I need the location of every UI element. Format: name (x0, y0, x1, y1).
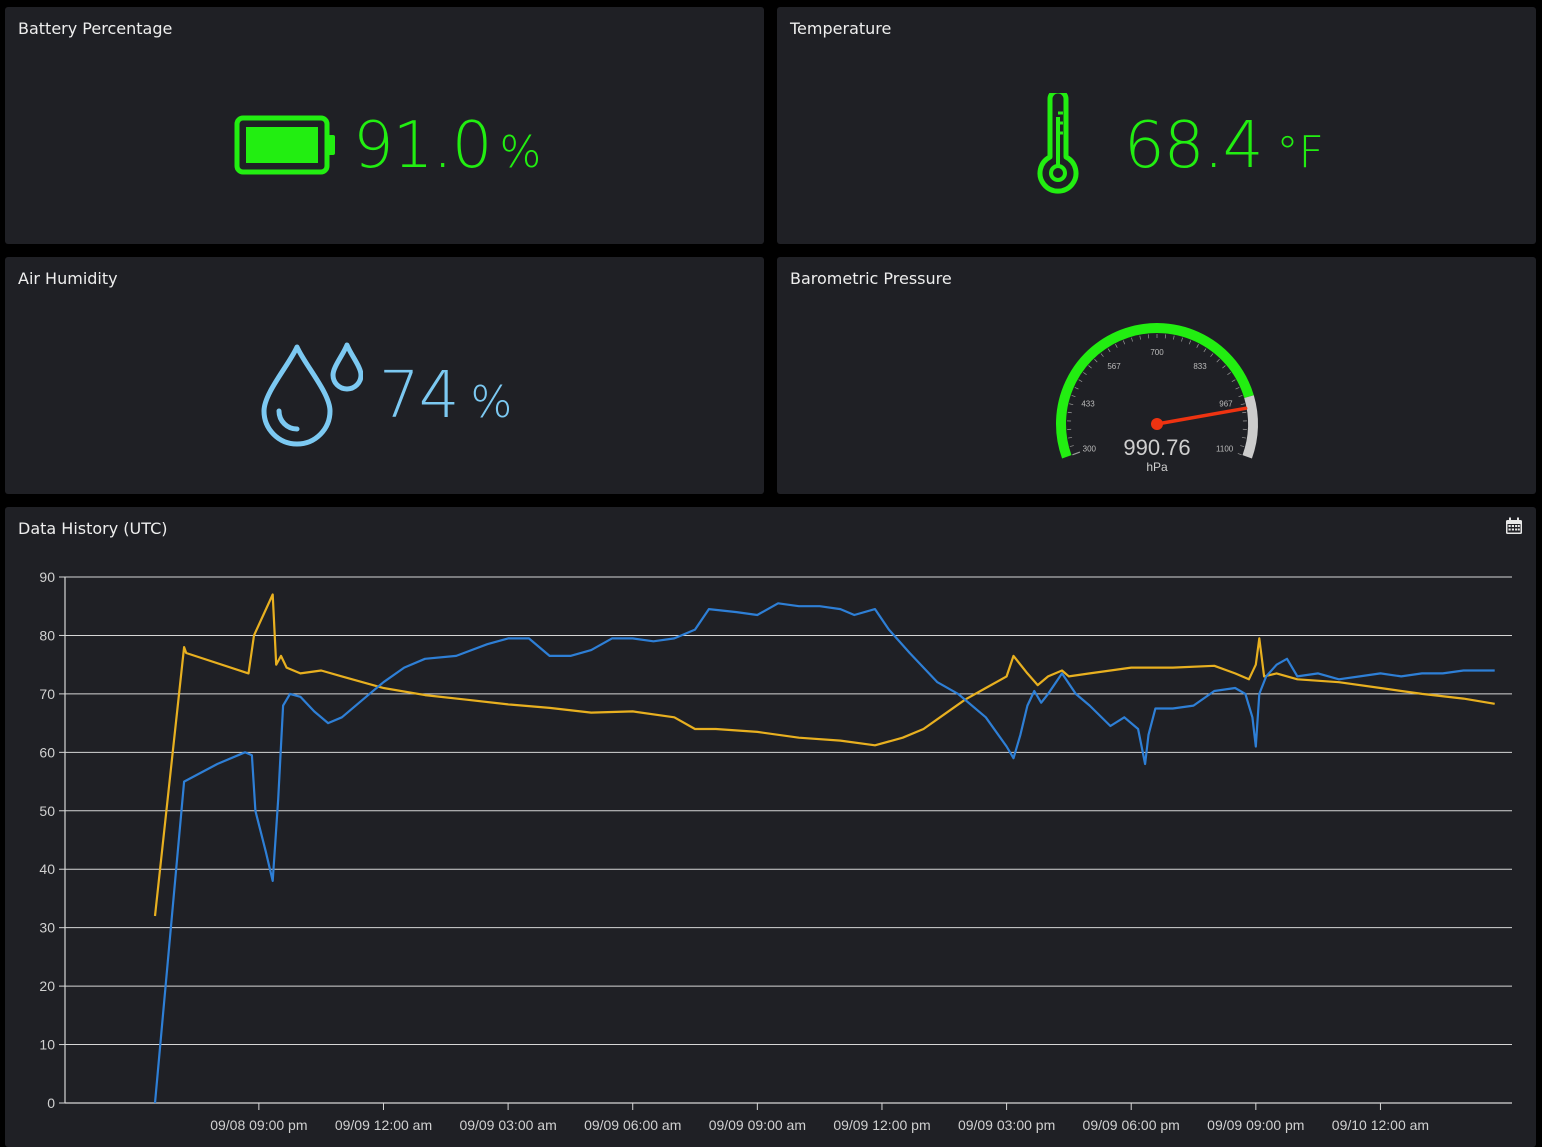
gauge-minor-tick (1094, 359, 1097, 362)
gauge-minor-tick (1197, 344, 1199, 348)
temperature-unit: °F (1277, 127, 1324, 178)
gauge-tick-label: 433 (1081, 399, 1095, 408)
gauge-minor-tick (1089, 366, 1092, 369)
gauge-minor-tick (1068, 412, 1072, 413)
gauge-minor-tick (1115, 344, 1117, 348)
gauge-minor-tick (1239, 395, 1243, 396)
thermometer-icon (1035, 93, 1081, 197)
pressure-gauge: 300 433 567 700 833 967 1100 990.76 hPa (1047, 317, 1267, 477)
x-tick-label: 09/09 06:00 am (584, 1117, 681, 1133)
y-tick-label: 40 (39, 861, 55, 877)
history-chart: 0 10 20 30 40 50 60 70 80 90 09/08 09:00 pm 09/09 … (5, 507, 1536, 1142)
pressure-title: Barometric Pressure (790, 269, 952, 288)
gauge-minor-tick (1242, 437, 1246, 438)
history-card: Data History (UTC) 0102030405060708090 0… (5, 507, 1536, 1147)
humidity-card: Air Humidity 74% (5, 257, 764, 494)
gauge-needle (1157, 408, 1246, 424)
gauge-minor-tick (1227, 372, 1230, 374)
y-tick-label: 70 (39, 686, 55, 702)
battery-unit: % (500, 127, 542, 178)
gauge-minor-tick (1123, 341, 1124, 345)
gauge-minor-tick (1238, 453, 1242, 454)
gauge-minor-tick (1068, 437, 1072, 438)
gauge-needle-hub (1151, 418, 1163, 430)
temperature-value: 68.4 (1124, 109, 1263, 183)
y-tick-label: 90 (39, 569, 55, 585)
gauge-minor-tick (1108, 349, 1110, 352)
y-tick-label: 80 (39, 627, 55, 643)
humidity-title: Air Humidity (18, 269, 118, 288)
gauge-minor-tick (1232, 380, 1235, 382)
gauge-tick-label: 300 (1083, 445, 1097, 454)
gauge-minor-tick (1079, 380, 1082, 382)
x-tick-label: 09/09 12:00 pm (833, 1117, 930, 1133)
x-tick-label: 09/08 09:00 pm (210, 1117, 307, 1133)
gauge-minor-tick (1069, 404, 1073, 405)
gauge-tick-label: 967 (1219, 399, 1233, 408)
battery-title: Battery Percentage (18, 19, 172, 38)
gauge-minor-tick (1070, 446, 1074, 447)
x-tick-label: 09/09 12:00 am (335, 1117, 432, 1133)
gauge-arc-high (1247, 397, 1253, 457)
temperature-card: Temperature 68.4 °F (777, 7, 1536, 244)
series-line-1 (155, 595, 1495, 917)
y-tick-label: 0 (47, 1095, 55, 1111)
temperature-value-group: 68.4 °F (1124, 109, 1324, 183)
temperature-title: Temperature (790, 19, 891, 38)
y-tick-label: 30 (39, 920, 55, 936)
gauge-minor-tick (1189, 341, 1190, 345)
gauge-minor-tick (1241, 404, 1245, 405)
gauge-tick-label: 567 (1107, 362, 1121, 371)
gauge-minor-tick (1075, 387, 1079, 389)
gauge-minor-tick (1072, 395, 1076, 396)
gauge-tick-label: 1100 (1216, 445, 1234, 454)
water-drops-icon (259, 341, 363, 449)
gauge-minor-tick (1236, 387, 1240, 389)
gauge-minor-tick (1140, 336, 1141, 340)
gauge-tick-label: 700 (1150, 348, 1164, 357)
gauge-minor-tick (1242, 412, 1246, 413)
gauge-minor-tick (1222, 366, 1225, 369)
pressure-card: Barometric Pressure 300 433 567 700 833 967 11… (777, 257, 1536, 494)
humidity-unit: % (470, 377, 512, 428)
battery-card: Battery Percentage 91.0% (5, 7, 764, 244)
battery-full-icon (234, 115, 338, 175)
x-tick-label: 09/09 03:00 am (459, 1117, 556, 1133)
y-tick-label: 50 (39, 803, 55, 819)
x-tick-label: 09/09 03:00 pm (958, 1117, 1055, 1133)
battery-value: 91.0 (353, 109, 492, 183)
gauge-minor-tick (1173, 336, 1174, 340)
gauge-minor-tick (1204, 349, 1206, 352)
pressure-value: 990.76 (1123, 435, 1190, 460)
gauge-minor-tick (1083, 372, 1086, 374)
pressure-unit: hPa (1146, 460, 1168, 474)
y-tick-label: 20 (39, 978, 55, 994)
gauge-major-tick (1072, 452, 1080, 455)
y-tick-label: 10 (39, 1037, 55, 1053)
gauge-minor-tick (1240, 446, 1244, 447)
humidity-value: 74 (379, 359, 458, 433)
battery-value-group: 91.0% (353, 109, 541, 183)
y-tick-label: 60 (39, 744, 55, 760)
gauge-minor-tick (1211, 354, 1213, 357)
x-tick-label: 09/09 09:00 pm (1207, 1117, 1304, 1133)
gauge-minor-tick (1101, 354, 1103, 357)
gauge-minor-tick (1181, 338, 1182, 342)
gauge-minor-tick (1217, 359, 1220, 362)
humidity-value-group: 74% (379, 359, 512, 433)
gauge-minor-tick (1131, 338, 1132, 342)
x-tick-label: 09/10 12:00 am (1332, 1117, 1429, 1133)
x-tick-label: 09/09 09:00 am (709, 1117, 806, 1133)
gauge-tick-label: 833 (1193, 362, 1207, 371)
x-tick-label: 09/09 06:00 pm (1083, 1117, 1180, 1133)
